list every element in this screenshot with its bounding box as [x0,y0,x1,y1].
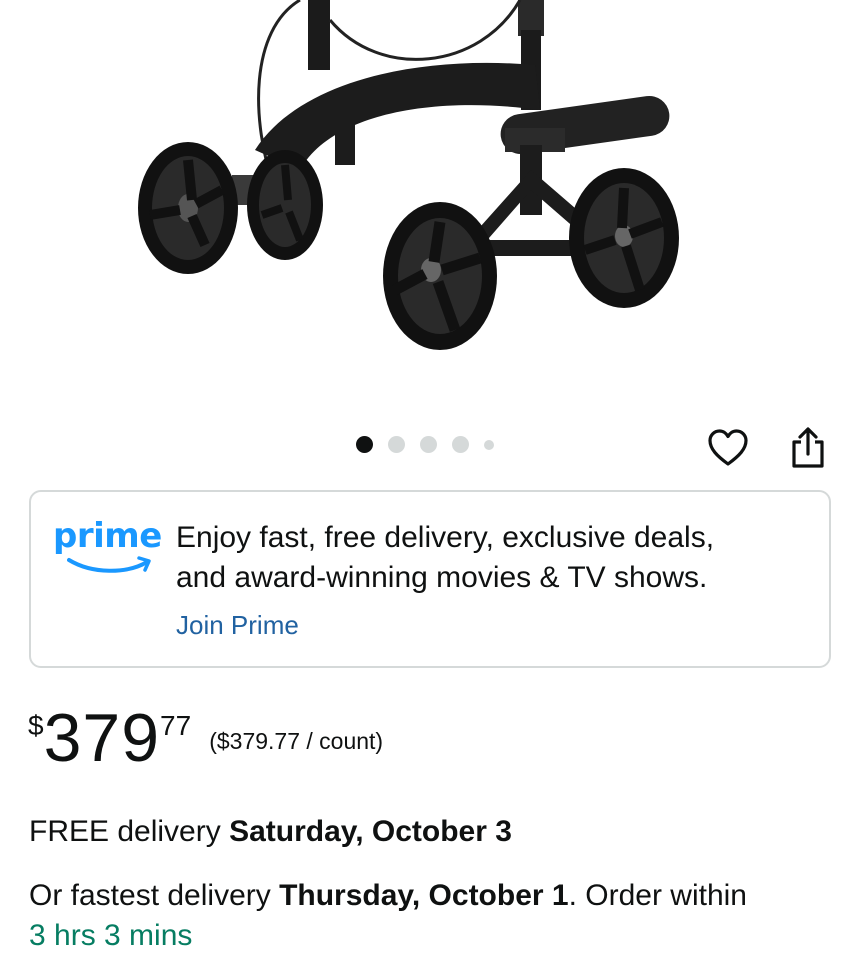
prime-message-line2: and award-winning movies & TV shows. [176,561,708,594]
price-block: $ 379 77 ($379.77 / count) [28,700,383,776]
heart-icon [708,429,748,466]
price-symbol: $ [28,710,44,741]
share-icon [792,427,824,468]
prime-logo: prime [53,516,163,586]
prime-message: Enjoy fast, free delivery, exclusive dea… [176,518,816,598]
prime-message-line1: Enjoy fast, free delivery, exclusive dea… [176,521,715,554]
free-delivery-prefix: FREE delivery [29,815,230,848]
knee-scooter-image [138,0,679,350]
carousel-dot-active[interactable] [356,436,373,453]
fastest-delivery-prefix: Or fastest delivery [29,879,280,912]
fastest-delivery-suffix: . Order within [568,879,747,912]
product-image[interactable] [0,0,861,420]
order-countdown: 3 hrs 3 mins [29,919,193,952]
price-whole: 379 [43,700,161,776]
fastest-delivery-line: Or fastest delivery Thursday, October 1.… [29,876,849,956]
image-carousel-dots[interactable] [356,436,494,453]
unit-price: ($379.77 / count) [209,728,384,754]
join-prime-link[interactable]: Join Prime [176,610,299,641]
wishlist-button[interactable] [704,424,752,472]
carousel-dot[interactable] [388,436,405,453]
carousel-dot[interactable] [484,439,494,450]
share-button[interactable] [784,424,832,472]
prime-smile-icon [67,556,151,573]
free-delivery-line: FREE delivery Saturday, October 3 [29,812,512,852]
prime-logo-text: prime [53,516,162,556]
fastest-delivery-date: Thursday, October 1 [279,879,569,912]
free-delivery-date: Saturday, October 3 [229,815,512,848]
carousel-dot[interactable] [420,436,437,453]
carousel-dot[interactable] [452,436,469,453]
price-fraction: 77 [160,710,192,741]
prime-promo-card[interactable]: prime Enjoy fast, free delivery, exclusi… [29,490,831,668]
